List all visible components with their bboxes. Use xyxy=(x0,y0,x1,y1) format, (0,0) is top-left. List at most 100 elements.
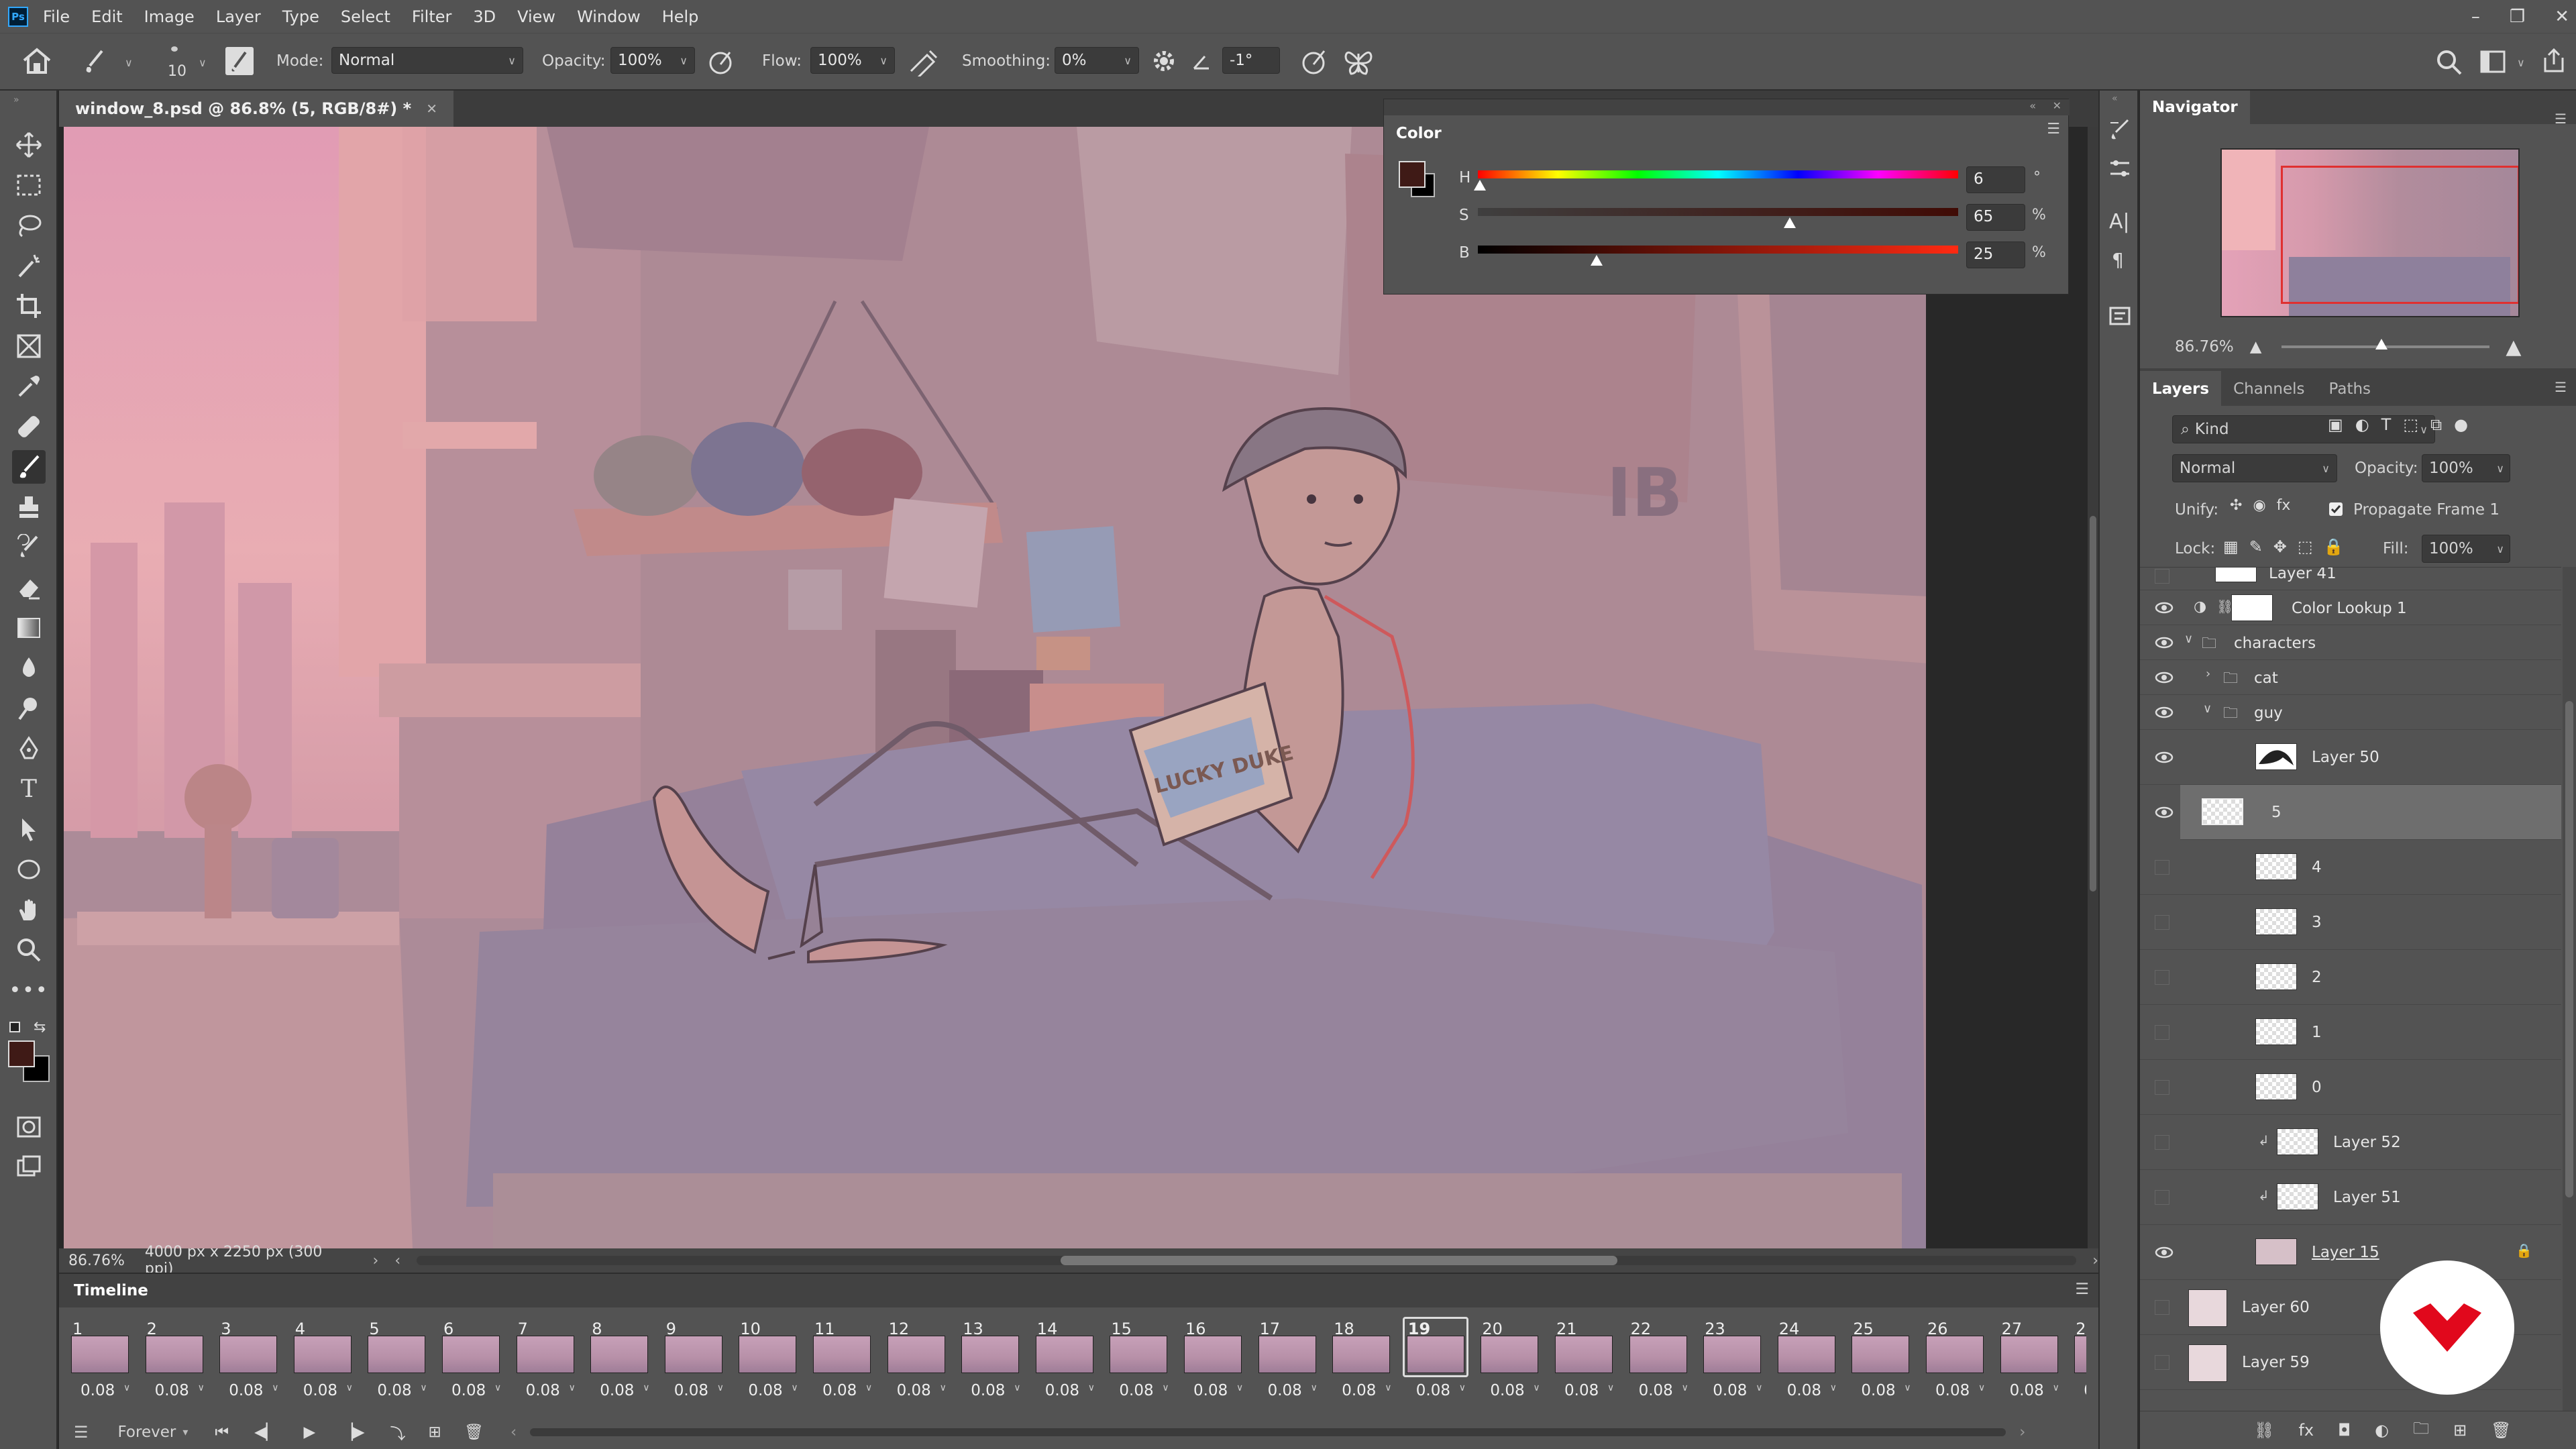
layer-row[interactable]: Layer 41 xyxy=(2140,568,2561,590)
hue-slider[interactable] xyxy=(1478,170,1958,178)
frame-delay[interactable]: 0.08 xyxy=(303,1382,337,1399)
brush-tool-icon[interactable] xyxy=(12,450,46,484)
chevron-down-icon[interactable]: ∨ xyxy=(494,1383,501,1393)
layers-scrollbar[interactable] xyxy=(2563,567,2576,1449)
horizontal-scrollbar[interactable] xyxy=(417,1256,2077,1265)
blur-tool-icon[interactable] xyxy=(12,651,46,685)
chevron-down-icon[interactable]: ∨ xyxy=(1978,1383,1985,1393)
chevron-right-icon[interactable]: › xyxy=(2206,667,2210,681)
play-icon[interactable]: ▶ xyxy=(303,1424,315,1441)
move-tool-icon[interactable] xyxy=(12,128,46,162)
screen-mode-icon[interactable] xyxy=(12,1150,46,1184)
timeline-frame[interactable]: 10 0.08 ∨ xyxy=(735,1317,808,1401)
menu-window[interactable]: Window xyxy=(577,7,641,26)
visibility-toggle[interactable] xyxy=(2155,1300,2169,1315)
close-panel-icon[interactable]: ✕ xyxy=(2053,99,2061,112)
timeline-frame[interactable]: 25 0.08 ∨ xyxy=(1847,1317,1921,1401)
lock-position-icon[interactable]: ✥ xyxy=(2273,537,2287,556)
type-tool-icon[interactable]: T xyxy=(12,772,46,806)
brightness-slider[interactable] xyxy=(1478,246,1958,254)
convert-to-video-icon[interactable]: ☰ xyxy=(74,1423,89,1442)
lock-pixels-icon[interactable]: ✎ xyxy=(2249,537,2263,556)
duplicate-frame-icon[interactable]: ⊞ xyxy=(429,1424,441,1441)
tween-icon[interactable]: ⤵ xyxy=(390,1421,406,1444)
paths-tab[interactable]: Paths xyxy=(2317,380,2383,406)
previous-frame-icon[interactable]: ◀▏ xyxy=(254,1424,278,1441)
chevron-down-icon[interactable]: ∨ xyxy=(1236,1383,1243,1393)
add-style-icon[interactable]: fx xyxy=(2298,1421,2314,1440)
eye-icon[interactable] xyxy=(2155,601,2174,614)
magic-wand-tool-icon[interactable] xyxy=(12,249,46,282)
chevron-down-icon[interactable]: ∨ xyxy=(2184,632,2193,646)
close-tab-icon[interactable]: ✕ xyxy=(426,101,437,117)
saturation-slider-handle[interactable] xyxy=(1784,217,1796,228)
airbrush-icon[interactable] xyxy=(907,48,939,76)
frame-delay[interactable]: 0.08 xyxy=(526,1382,560,1399)
eyedropper-tool-icon[interactable] xyxy=(12,370,46,403)
navigator-zoom-value[interactable]: 86.76% xyxy=(2175,338,2234,356)
timeline-frame[interactable]: 16 0.08 ∨ xyxy=(1180,1317,1254,1401)
timeline-frame[interactable]: 17 0.08 ∨ xyxy=(1254,1317,1328,1401)
paragraph-panel-icon[interactable]: ¶ xyxy=(2112,249,2124,271)
chevron-down-icon[interactable]: ∨ xyxy=(123,1383,130,1393)
frame-delay[interactable]: 0.08 xyxy=(1713,1382,1747,1399)
home-icon[interactable] xyxy=(21,47,52,75)
lock-all-icon[interactable]: 🔒 xyxy=(2324,537,2344,556)
new-group-icon[interactable]: 🗀 xyxy=(2413,1417,2429,1444)
chevron-down-icon[interactable]: ∨ xyxy=(1682,1383,1688,1393)
navigator-zoom-slider[interactable] xyxy=(2282,339,2490,350)
layer-group-row[interactable]: › 🗀 cat xyxy=(2140,660,2561,695)
lock-artboard-icon[interactable]: ⬚ xyxy=(2298,537,2313,556)
restore-icon[interactable]: ❐ xyxy=(2510,7,2525,27)
unify-visibility-icon[interactable]: ◉ xyxy=(2253,497,2265,514)
link-layers-icon[interactable]: ⛓ xyxy=(2254,1421,2274,1440)
chevron-down-icon[interactable]: ∨ xyxy=(2203,702,2212,716)
menu-type[interactable]: Type xyxy=(282,7,319,26)
mode-select[interactable]: Normal ∨ xyxy=(331,47,523,74)
brush-preset-icon[interactable] xyxy=(82,48,109,75)
frame-delay[interactable]: 0.08 xyxy=(674,1382,708,1399)
crop-tool-icon[interactable] xyxy=(12,289,46,323)
menu-view[interactable]: View xyxy=(517,7,555,26)
navigator-zoom-handle[interactable] xyxy=(2375,339,2388,350)
chevron-down-icon[interactable]: ∨ xyxy=(1385,1383,1391,1393)
foreground-color-swatch[interactable] xyxy=(8,1040,35,1067)
timeline-frame[interactable]: 21 0.08 ∨ xyxy=(1551,1317,1625,1401)
hue-field[interactable]: 6 xyxy=(1966,166,2025,193)
menu-edit[interactable]: Edit xyxy=(91,7,122,26)
zoom-tool-icon[interactable] xyxy=(12,933,46,967)
frame-delay[interactable]: 0.08 xyxy=(1342,1382,1376,1399)
navigator-menu-icon[interactable]: ☰ xyxy=(2555,111,2567,127)
brush-settings-icon[interactable] xyxy=(225,47,254,75)
frame-delay[interactable]: 0.08 xyxy=(748,1382,782,1399)
timeline-frame[interactable]: 5 0.08 ∨ xyxy=(364,1317,437,1401)
layers-tab[interactable]: Layers xyxy=(2140,371,2222,406)
default-colors-icon[interactable] xyxy=(9,1022,20,1032)
timeline-frame[interactable]: 14 0.08 ∨ xyxy=(1032,1317,1106,1401)
scroll-right-icon[interactable]: › xyxy=(2092,1252,2098,1269)
layer-row[interactable]: ↲ Layer 52 xyxy=(2140,1115,2561,1170)
loop-select[interactable]: Forever ▾ xyxy=(118,1424,189,1441)
frame-delay[interactable]: 0.08 xyxy=(1193,1382,1228,1399)
layer-group-row[interactable]: ∨ 🗀 guy xyxy=(2140,695,2561,730)
frame-delay[interactable]: 0.08 xyxy=(2010,1382,2044,1399)
panel-menu-icon[interactable]: ☰ xyxy=(2047,121,2060,138)
timeline-frame[interactable]: 11 0.08 ∨ xyxy=(809,1317,883,1401)
timeline-frame[interactable]: 23 0.08 ∨ xyxy=(1699,1317,1773,1401)
eye-icon[interactable] xyxy=(2155,806,2174,819)
frame-delay[interactable]: 0.08 xyxy=(1416,1382,1450,1399)
timeline-frame[interactable]: 24 0.08 ∨ xyxy=(1774,1317,1847,1401)
marquee-tool-icon[interactable] xyxy=(12,168,46,202)
layers-scroll-thumb[interactable] xyxy=(2565,701,2573,1197)
eye-icon[interactable] xyxy=(2155,706,2174,719)
timeline-frame[interactable]: 15 0.08 ∨ xyxy=(1106,1317,1179,1401)
filter-smart-object-icon[interactable]: ⧉ xyxy=(2430,415,2442,434)
lock-transparency-icon[interactable]: ▦ xyxy=(2223,537,2239,556)
chevron-down-icon[interactable]: ∨ xyxy=(1904,1383,1911,1393)
frame-delay[interactable]: 0.08 xyxy=(1119,1382,1153,1399)
timeline-frame[interactable]: 27 0.08 ∨ xyxy=(1996,1317,2070,1401)
timeline-frame[interactable]: 9 0.08 ∨ xyxy=(661,1317,735,1401)
minimize-icon[interactable]: – xyxy=(2471,7,2480,27)
artwork-canvas[interactable]: IB LUCKY DUKE xyxy=(64,127,1926,1248)
layer-row[interactable]: Layer 15 🔒 xyxy=(2140,1225,2561,1280)
